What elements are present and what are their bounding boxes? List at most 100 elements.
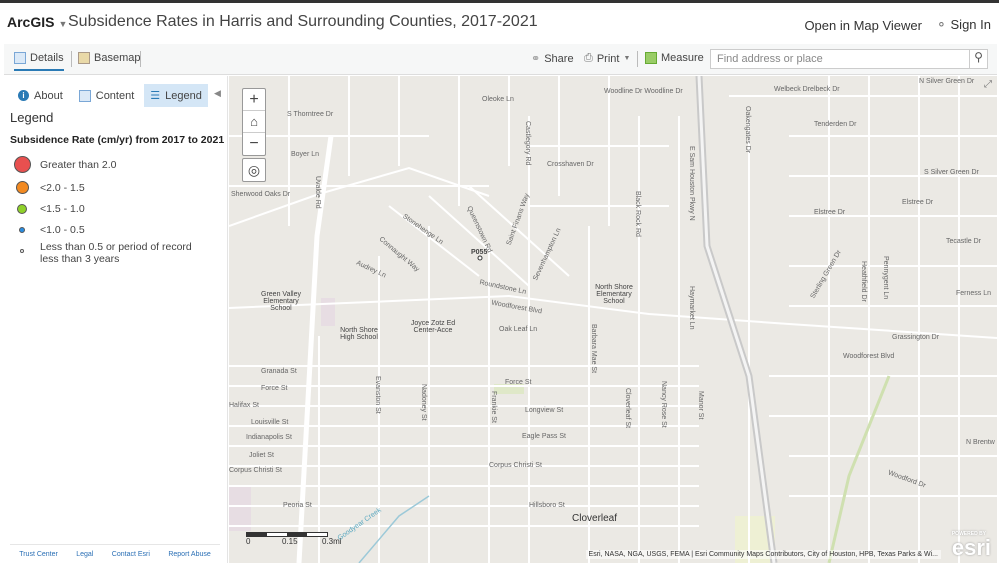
map-label: Joliet St xyxy=(249,452,274,459)
map-label: E Sam Houston Pkwy N xyxy=(688,146,695,221)
map-label: Welbeck Drelbeck Dr xyxy=(774,86,840,93)
measure-icon xyxy=(645,52,657,64)
chevron-down-icon: ▼ xyxy=(58,19,68,29)
map-label: Evanston St xyxy=(374,376,381,414)
link-icon: ⚭ xyxy=(531,53,541,65)
map-label: Uvalde Rd xyxy=(314,176,321,209)
legend-item-label: <2.0 - 1.5 xyxy=(40,181,85,194)
map-label-cloverleaf: Cloverleaf xyxy=(572,513,618,524)
search-icon[interactable]: ⚲ xyxy=(969,50,987,68)
legal-link[interactable]: Legal xyxy=(76,551,93,558)
map-label: Tecastle Dr xyxy=(946,238,982,245)
map-label: Force St xyxy=(261,385,288,392)
zoom-control: + ⌂ − xyxy=(242,88,266,156)
sign-in-button[interactable]: ⚬ Sign In xyxy=(936,17,991,33)
measure-button[interactable]: Measure xyxy=(645,52,704,64)
map-view[interactable]: S Thorntree Dr Oleoke Ln Woodline Dr Woo… xyxy=(229,76,997,563)
map-label: N Silver Green Dr xyxy=(919,78,975,85)
map-label: Oleoke Ln xyxy=(482,96,514,103)
share-button[interactable]: ⚭ Share xyxy=(531,52,574,66)
basemap-streets xyxy=(229,76,997,563)
green-circle-icon xyxy=(17,204,27,214)
map-label: Sherwood Oaks Dr xyxy=(231,191,291,198)
powered-by-esri-logo[interactable]: POWERED BY esri xyxy=(951,531,991,561)
info-icon: i xyxy=(18,90,29,101)
map-label: S Thorntree Dr xyxy=(287,111,334,118)
map-label: S Silver Green Dr xyxy=(924,169,979,176)
content-icon xyxy=(78,89,91,102)
content-label: Content xyxy=(95,89,135,102)
brand-label: ArcGIS xyxy=(7,14,55,30)
scale-label: 0 xyxy=(246,537,251,546)
tab-details[interactable]: Details xyxy=(14,52,64,71)
tab-content[interactable]: Content xyxy=(73,84,141,107)
about-label: About xyxy=(34,89,63,102)
esri-logo-text: esri xyxy=(951,535,991,560)
open-in-map-viewer-link[interactable]: Open in Map Viewer xyxy=(804,18,922,33)
map-label: Longview St xyxy=(525,407,564,414)
locate-button[interactable]: ◎ xyxy=(242,158,266,182)
expand-icon[interactable]: ⤢ xyxy=(984,79,992,90)
legend-item-label: Greater than 2.0 xyxy=(40,158,117,171)
map-label: Cloverleaf St xyxy=(624,388,631,429)
map-label: Force St xyxy=(505,379,532,386)
measure-label: Measure xyxy=(661,52,704,64)
search-placeholder: Find address or place xyxy=(717,53,823,65)
blue-circle-icon xyxy=(19,227,25,233)
map-label: Oak Leaf Ln xyxy=(499,326,538,333)
orange-circle-icon xyxy=(15,181,29,194)
map-label: Tenderden Dr xyxy=(814,121,857,128)
sidebar: i About Content ☰ Legend ◀ Legend Subsiden… xyxy=(4,76,228,563)
map-label: Eagle Pass St xyxy=(522,433,566,440)
scale-label: 0.3mi xyxy=(322,537,342,546)
map-label: Woodline Dr Woodline Dr xyxy=(604,88,683,95)
trust-center-link[interactable]: Trust Center xyxy=(19,551,58,558)
map-label: Grassington Dr xyxy=(892,334,940,341)
legend-item-label: <1.5 - 1.0 xyxy=(40,203,85,215)
legend-item: Less than 0.5 or period of record less t… xyxy=(10,241,210,265)
map-label: Woodforest Blvd xyxy=(843,353,895,360)
map-label: Corpus Christi St xyxy=(489,462,542,469)
map-label: Louisville St xyxy=(251,419,289,426)
legend-label: Legend xyxy=(165,89,202,102)
map-label: Frankie St xyxy=(490,391,497,423)
small-circle-icon xyxy=(20,249,24,253)
print-button[interactable]: ⎙ Print ▼ xyxy=(584,52,630,65)
legend-item-label: Less than 0.5 or period of record less t… xyxy=(40,241,192,265)
report-abuse-link[interactable]: Report Abuse xyxy=(168,551,210,558)
map-label: Halifax St xyxy=(229,402,259,409)
divider xyxy=(71,51,72,67)
divider xyxy=(637,51,638,67)
map-label: Hillsboro St xyxy=(529,502,565,509)
map-attribution[interactable]: Esri, NASA, NGA, USGS, FEMA | Esri Commu… xyxy=(585,550,941,559)
printer-icon: ⎙ xyxy=(584,52,593,64)
page-title: Subsidence Rates in Harris and Surroundi… xyxy=(68,13,538,30)
map-label: Peoria St xyxy=(283,502,312,509)
contact-esri-link[interactable]: Contact Esri xyxy=(112,551,150,558)
home-button[interactable]: ⌂ xyxy=(243,111,265,133)
arcgis-menu[interactable]: ArcGIS ▼ xyxy=(7,14,67,30)
map-label: Elstree Dr xyxy=(814,209,846,216)
map-label: N Brentw xyxy=(966,439,995,446)
footer-links: Trust Center Legal Contact Esri Report A… xyxy=(10,544,220,558)
header: ArcGIS ▼ Subsidence Rates in Harris and S… xyxy=(0,3,999,44)
tab-about[interactable]: i About xyxy=(12,84,69,107)
legend-item: <2.0 - 1.5 xyxy=(10,181,85,194)
crosshair-icon: ◎ xyxy=(247,162,261,178)
zoom-out-button[interactable]: − xyxy=(243,133,265,155)
tab-legend[interactable]: ☰ Legend xyxy=(144,84,208,107)
map-label: Oakengates Dr xyxy=(744,106,751,154)
user-icon: ⚬ xyxy=(935,17,947,32)
zoom-in-button[interactable]: + xyxy=(243,89,265,111)
scale-bar: 0 0.15 0.3mi xyxy=(246,532,346,547)
details-icon xyxy=(14,52,26,64)
search-input[interactable]: Find address or place ⚲ xyxy=(710,49,988,69)
collapse-panel-icon[interactable]: ◀ xyxy=(214,88,221,99)
map-label: Indianapolis St xyxy=(246,434,292,441)
map-label: Manor St xyxy=(697,391,704,420)
legend-item-label: <1.0 - 0.5 xyxy=(40,224,85,236)
map-label: Castlegory Rd xyxy=(524,121,531,166)
map-label: Boyer Ln xyxy=(291,151,320,158)
toolbar: Details Basemap ⚭ Share ⎙ Print ▼ Measure F… xyxy=(4,44,997,75)
tab-basemap[interactable]: Basemap xyxy=(78,52,140,64)
